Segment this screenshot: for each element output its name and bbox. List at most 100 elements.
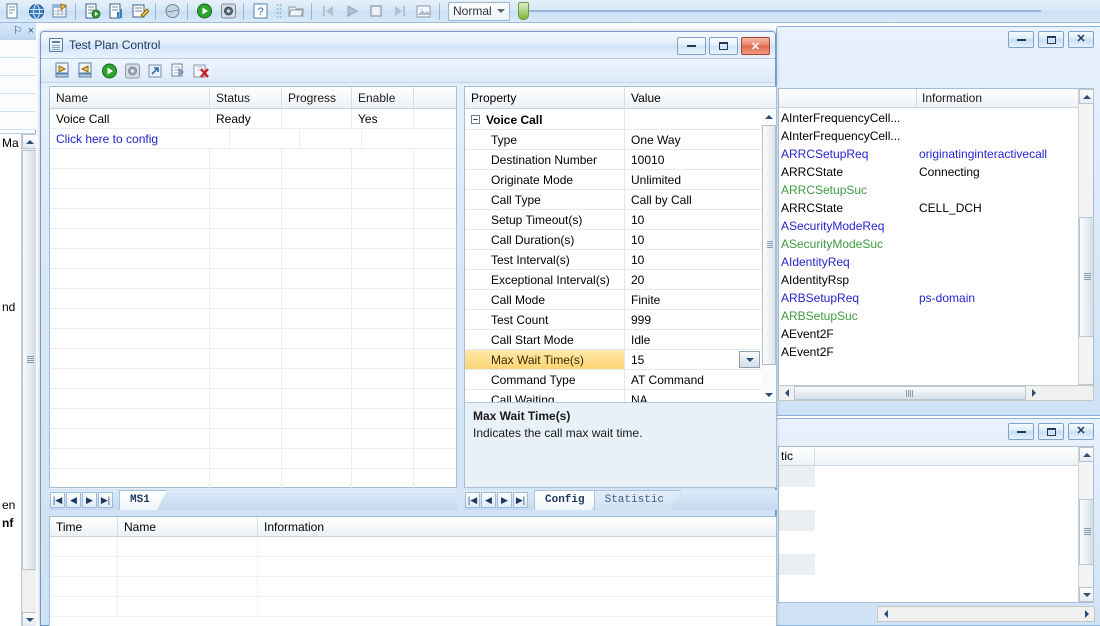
message-row[interactable]: ASecurityModeReq <box>779 217 1078 235</box>
scroll-right-icon[interactable] <box>1026 386 1041 400</box>
tab-statistic[interactable]: Statistic <box>594 490 681 510</box>
copy-plan-icon[interactable] <box>168 61 189 81</box>
play-icon[interactable] <box>341 1 363 22</box>
report-edit-icon[interactable] <box>129 1 151 22</box>
property-group-row[interactable]: – Voice Call <box>465 110 762 130</box>
property-value[interactable]: Idle <box>625 330 762 349</box>
tab-ms1[interactable]: MS1 <box>119 490 167 510</box>
play-green-icon[interactable] <box>193 1 215 22</box>
scrollbar-thumb[interactable] <box>762 125 776 365</box>
column-header-name[interactable]: Name <box>50 87 210 108</box>
scroll-up-icon[interactable] <box>762 110 776 124</box>
nav-last-button[interactable]: ▶| <box>513 492 528 508</box>
scroll-up-icon[interactable] <box>1079 447 1094 462</box>
message-hscrollbar[interactable] <box>778 385 1094 401</box>
nav-first-button[interactable]: |◀ <box>50 492 65 508</box>
message-row[interactable]: ARRCSetupReq originatinginteractivecall <box>779 145 1078 163</box>
minimize-button[interactable] <box>1008 423 1034 440</box>
message-row[interactable]: ARBSetupSuc <box>779 307 1078 325</box>
message-row[interactable]: AIdentityRsp <box>779 271 1078 289</box>
table-row-empty[interactable] <box>50 269 456 289</box>
playback-slider[interactable] <box>518 2 1100 20</box>
speed-mode-combo[interactable]: Normal <box>448 1 510 21</box>
statistic-vscrollbar[interactable] <box>1078 447 1094 602</box>
image-export-icon[interactable] <box>413 1 435 22</box>
table-row-empty[interactable] <box>50 369 456 389</box>
cell-name[interactable]: Voice Call <box>50 109 210 128</box>
scroll-down-icon[interactable] <box>22 612 36 626</box>
table-row-empty[interactable] <box>50 149 456 169</box>
property-value[interactable]: 10010 <box>625 150 762 169</box>
scroll-up-icon[interactable] <box>22 134 36 149</box>
help-question-icon[interactable]: ? <box>249 1 271 22</box>
column-header-property[interactable]: Property <box>465 87 625 108</box>
table-row[interactable] <box>779 510 1093 532</box>
property-row[interactable]: Type One Way <box>465 130 762 150</box>
nav-last-button[interactable]: ▶| <box>98 492 113 508</box>
table-row-empty[interactable] <box>50 329 456 349</box>
table-row-empty[interactable] <box>50 189 456 209</box>
test-plan-control-title-bar[interactable]: Test Plan Control ✕ <box>41 32 775 59</box>
list-item[interactable] <box>0 112 36 130</box>
open-folder-icon[interactable] <box>285 1 307 22</box>
scroll-left-icon[interactable] <box>878 607 893 621</box>
toolbar-grip[interactable] <box>276 2 282 20</box>
table-row-empty[interactable] <box>50 209 456 229</box>
property-row[interactable]: Test Interval(s) 10 <box>465 250 762 270</box>
minimize-button[interactable] <box>677 37 706 55</box>
maximize-button[interactable] <box>709 37 738 55</box>
nav-first-button[interactable]: |◀ <box>465 492 480 508</box>
table-row[interactable] <box>779 466 1093 488</box>
sphere-icon[interactable] <box>161 1 183 22</box>
column-header-enable[interactable]: Enable <box>352 87 414 108</box>
message-list[interactable]: AInterFrequencyCell... AInterFrequencyCel… <box>779 109 1078 399</box>
collapse-expander-icon[interactable]: – <box>471 115 480 124</box>
property-row[interactable]: Exceptional Interval(s) 20 <box>465 270 762 290</box>
report-run-icon[interactable] <box>81 1 103 22</box>
maximize-button[interactable] <box>1038 31 1064 48</box>
scroll-down-icon[interactable] <box>1079 587 1094 602</box>
column-header-information[interactable]: Information <box>917 89 1093 107</box>
property-value[interactable]: 999 <box>625 310 762 329</box>
left-dock-scrollbar[interactable] <box>21 134 36 626</box>
stop-icon[interactable] <box>365 1 387 22</box>
tab-config[interactable]: Config <box>534 490 602 510</box>
close-icon[interactable]: × <box>28 26 34 37</box>
list-item[interactable] <box>0 76 36 94</box>
column-header-blank[interactable] <box>815 447 1093 465</box>
value-dropdown-button[interactable] <box>739 351 760 368</box>
nav-prev-button[interactable]: ◀ <box>66 492 81 508</box>
column-header-blank[interactable] <box>779 89 917 107</box>
message-row[interactable]: ARBSetupReq ps-domain <box>779 289 1078 307</box>
table-row-empty[interactable] <box>50 429 456 449</box>
scrollbar-thumb[interactable] <box>794 386 1026 400</box>
property-row[interactable]: Destination Number 10010 <box>465 150 762 170</box>
close-button[interactable]: ✕ <box>741 37 770 55</box>
export-plan-icon[interactable] <box>76 61 97 81</box>
slider-thumb[interactable] <box>518 2 529 20</box>
table-row-empty[interactable] <box>50 249 456 269</box>
message-row[interactable]: ARRCState Connecting <box>779 163 1078 181</box>
property-value[interactable]: 20 <box>625 270 762 289</box>
close-button[interactable]: ✕ <box>1068 31 1094 48</box>
cell-blank[interactable] <box>230 129 300 148</box>
column-header-status[interactable]: Status <box>210 87 282 108</box>
table-row[interactable] <box>779 576 1093 598</box>
config-link[interactable]: Click here to config <box>50 129 230 148</box>
column-header-time[interactable]: Time <box>50 517 118 536</box>
scroll-right-icon[interactable] <box>1079 607 1094 621</box>
send-plan-icon[interactable] <box>145 61 166 81</box>
property-value[interactable]: 10 <box>625 230 762 249</box>
property-value[interactable]: Finite <box>625 290 762 309</box>
maximize-button[interactable] <box>1038 423 1064 440</box>
message-row[interactable]: ARRCSetupSuc <box>779 181 1078 199</box>
column-header-progress[interactable]: Progress <box>282 87 352 108</box>
cell-enable[interactable]: Yes <box>352 109 414 128</box>
table-row-empty[interactable] <box>50 389 456 409</box>
property-value[interactable]: AT Command <box>625 370 762 389</box>
property-vscrollbar[interactable] <box>762 110 776 402</box>
config-link-row[interactable]: Click here to config <box>50 129 456 149</box>
message-row[interactable]: AInterFrequencyCell... <box>779 127 1078 145</box>
property-row[interactable]: Test Count 999 <box>465 310 762 330</box>
close-button[interactable]: ✕ <box>1068 423 1094 440</box>
